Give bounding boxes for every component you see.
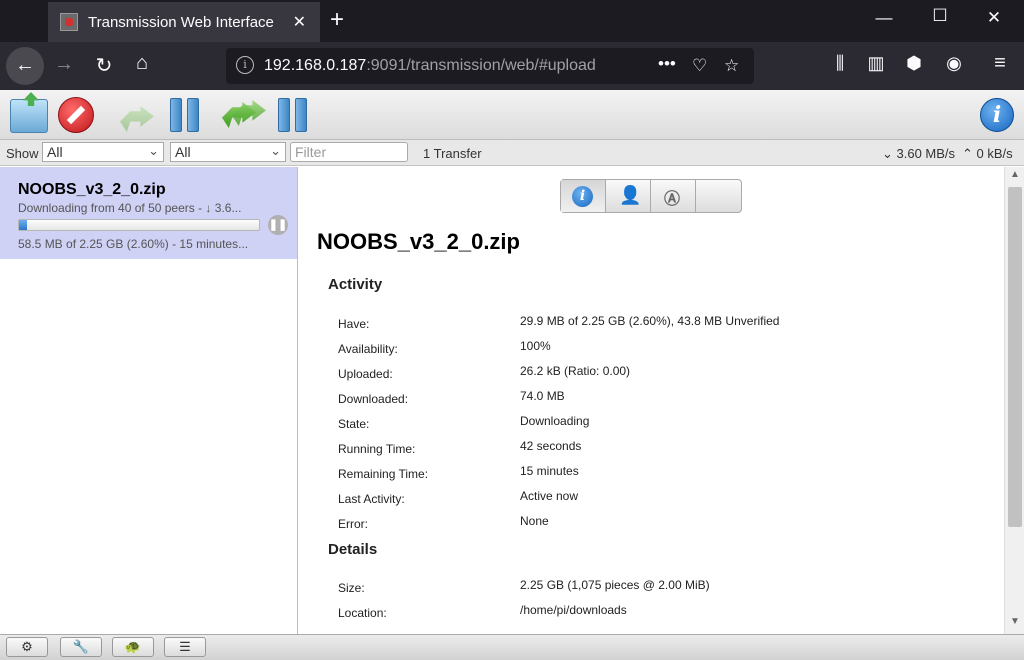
maximize-icon[interactable]: ☐ bbox=[928, 6, 952, 26]
tab-peers[interactable]: 👤 bbox=[606, 180, 651, 212]
property-value: /home/pi/downloads bbox=[520, 603, 627, 617]
resume-all-icon[interactable] bbox=[222, 98, 266, 132]
speed-limit-turtle-icon[interactable]: 🐢 bbox=[112, 637, 154, 657]
home-icon[interactable]: ⌂ bbox=[130, 52, 154, 75]
property-label: Size: bbox=[338, 581, 365, 595]
forward-arrow-icon[interactable]: → bbox=[52, 53, 76, 76]
transmission-app: i Show All ⌄ All ⌄ Filter 1 Transfer ⌄ 3.6… bbox=[0, 90, 1024, 660]
resume-torrent-icon[interactable] bbox=[120, 102, 154, 132]
browser-nav-bar: ← → ↻ ⌂ i 192.168.0.187:9091/transmissio… bbox=[0, 42, 1024, 90]
filter-bar: Show All ⌄ All ⌄ Filter 1 Transfer ⌄ 3.60 … bbox=[0, 140, 1024, 166]
status-filter-select[interactable]: All ⌄ bbox=[42, 142, 164, 162]
property-value: 26.2 kB (Ratio: 0.00) bbox=[520, 364, 631, 378]
scroll-down-icon[interactable]: ▼ bbox=[1005, 616, 1024, 632]
property-value: 42 seconds bbox=[520, 439, 582, 453]
inspector-title: NOOBS_v3_2_0.zip bbox=[317, 229, 520, 254]
tracker-filter-select[interactable]: All ⌄ bbox=[170, 142, 286, 162]
tab-info[interactable]: i bbox=[561, 180, 606, 212]
torrent-size-status: 58.5 MB of 2.25 GB (2.60%) - 15 minutes.… bbox=[18, 237, 249, 251]
reload-icon[interactable]: ↻ bbox=[92, 53, 116, 78]
page-actions-icon[interactable]: ••• bbox=[658, 54, 676, 74]
upload-speed: ⌃ 0 kB/s bbox=[962, 146, 1013, 161]
chevron-down-icon: ⌄ bbox=[270, 143, 281, 158]
property-label: Uploaded: bbox=[338, 367, 393, 381]
minimize-icon[interactable]: — bbox=[872, 8, 896, 28]
pocket-icon[interactable]: ♡ bbox=[692, 56, 707, 76]
new-tab-icon[interactable]: + bbox=[330, 6, 344, 34]
browser-tab[interactable]: Transmission Web Interface ✕ bbox=[48, 2, 320, 42]
property-value: None bbox=[520, 514, 549, 528]
pause-all-icon[interactable] bbox=[276, 98, 312, 132]
filter-input[interactable]: Filter bbox=[290, 142, 408, 162]
pause-icon[interactable]: ❚❚ bbox=[268, 215, 288, 235]
property-label: Availability: bbox=[338, 342, 398, 356]
close-tab-icon[interactable]: ✕ bbox=[293, 12, 306, 32]
transmission-favicon-icon bbox=[60, 13, 78, 31]
inspector-panel: i 👤 Ⓐ NOOBS_v3_2_0.zip Activity Have: 29.… bbox=[299, 167, 1004, 634]
property-label: Remaining Time: bbox=[338, 467, 429, 481]
download-speed: ⌄ 3.60 MB/s bbox=[882, 146, 956, 161]
pause-torrent-icon[interactable] bbox=[168, 98, 202, 132]
settings-gear-icon[interactable]: ⚙ bbox=[6, 637, 48, 657]
details-heading: Details bbox=[328, 541, 378, 558]
inspector-scrollbar[interactable]: ▲ ▼ bbox=[1004, 167, 1024, 634]
back-arrow-icon[interactable]: ← bbox=[6, 47, 44, 85]
url-text: 192.168.0.187:9091/transmission/web/#upl… bbox=[264, 57, 596, 74]
property-value: 29.9 MB of 2.25 GB (2.60%), 43.8 MB Unve… bbox=[520, 314, 780, 328]
activity-heading: Activity bbox=[328, 276, 383, 293]
compact-view-icon[interactable]: ☰ bbox=[164, 637, 206, 657]
torrent-list: NOOBS_v3_2_0.zip Downloading from 40 of … bbox=[0, 167, 298, 634]
progress-fill bbox=[19, 220, 27, 230]
property-value: Active now bbox=[520, 489, 579, 503]
torrent-row[interactable]: NOOBS_v3_2_0.zip Downloading from 40 of … bbox=[0, 167, 297, 259]
torrent-peers-status: Downloading from 40 of 50 peers - ↓ 3.6.… bbox=[18, 201, 242, 215]
sidebar-icon[interactable]: ▥ bbox=[864, 53, 888, 74]
torrent-progress-bar bbox=[18, 219, 260, 231]
property-value: 2.25 GB (1,075 pieces @ 2.00 MiB) bbox=[520, 578, 710, 592]
property-value: Downloading bbox=[520, 414, 590, 428]
extension-icon[interactable]: ⬢ bbox=[902, 53, 926, 74]
tracker-antenna-icon: Ⓐ bbox=[664, 191, 681, 208]
torrent-name: NOOBS_v3_2_0.zip bbox=[18, 181, 166, 198]
transfer-count: 1 Transfer bbox=[423, 146, 482, 161]
tab-trackers[interactable]: Ⓐ bbox=[651, 180, 696, 212]
down-caret-icon: ⌄ bbox=[882, 146, 897, 161]
bottom-toolbar: ⚙ 🔧 🐢 ☰ bbox=[0, 634, 1024, 660]
inspector-info-icon[interactable]: i bbox=[980, 98, 1014, 132]
close-window-icon[interactable]: ✕ bbox=[982, 8, 1006, 28]
property-label: Running Time: bbox=[338, 442, 416, 456]
preferences-wrench-icon[interactable]: 🔧 bbox=[60, 637, 102, 657]
site-info-icon[interactable]: i bbox=[236, 56, 254, 74]
scroll-thumb[interactable] bbox=[1008, 187, 1022, 527]
remove-torrent-icon[interactable] bbox=[58, 97, 94, 133]
bookmark-star-icon[interactable]: ☆ bbox=[724, 56, 739, 76]
property-label: Have: bbox=[338, 317, 370, 331]
property-label: State: bbox=[338, 417, 370, 431]
property-label: Error: bbox=[338, 517, 368, 531]
menu-icon[interactable]: ≡ bbox=[988, 52, 1012, 75]
url-bar[interactable]: i 192.168.0.187:9091/transmission/web/#u… bbox=[226, 48, 754, 84]
up-caret-icon: ⌃ bbox=[962, 146, 977, 161]
property-value: 74.0 MB bbox=[520, 389, 565, 403]
property-value: 15 minutes bbox=[520, 464, 579, 478]
toolbar: i bbox=[0, 90, 1024, 140]
info-icon: i bbox=[572, 186, 593, 207]
property-label: Location: bbox=[338, 606, 387, 620]
person-icon: 👤 bbox=[619, 185, 642, 205]
show-label: Show bbox=[6, 146, 39, 161]
tab-files[interactable] bbox=[696, 180, 741, 212]
open-torrent-icon[interactable] bbox=[10, 99, 48, 133]
library-icon[interactable]: ⫼ bbox=[828, 53, 852, 74]
account-icon[interactable]: ◉ bbox=[942, 53, 966, 74]
property-label: Downloaded: bbox=[338, 392, 409, 406]
property-label: Last Activity: bbox=[338, 492, 405, 506]
browser-tab-strip: Transmission Web Interface ✕ + — ☐ ✕ bbox=[0, 0, 1024, 42]
chevron-down-icon: ⌄ bbox=[148, 143, 159, 158]
scroll-up-icon[interactable]: ▲ bbox=[1005, 169, 1024, 185]
inspector-tabs: i 👤 Ⓐ bbox=[560, 179, 742, 213]
tab-title: Transmission Web Interface bbox=[88, 13, 274, 31]
property-value: 100% bbox=[520, 339, 551, 353]
